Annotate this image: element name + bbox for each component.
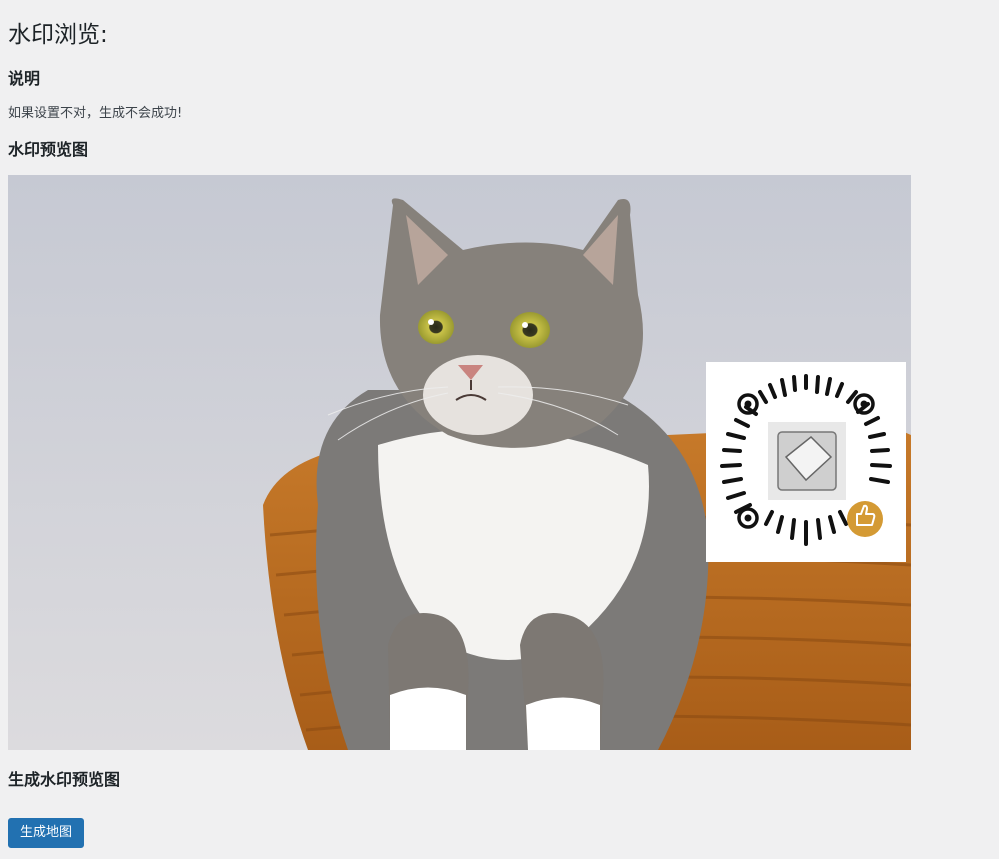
generate-map-button[interactable]: 生成地图 (8, 818, 85, 848)
preview-heading: 水印预览图 (8, 140, 89, 159)
page-title: 水印浏览: (8, 22, 108, 48)
watermark-preview-image (8, 175, 911, 750)
description-heading: 说明 (8, 69, 41, 88)
watermark-qr-code (706, 362, 906, 562)
generate-heading: 生成水印预览图 (8, 770, 121, 789)
qr-code-icon (720, 374, 892, 546)
description-text: 如果设置不对，生成不会成功! (8, 106, 183, 121)
